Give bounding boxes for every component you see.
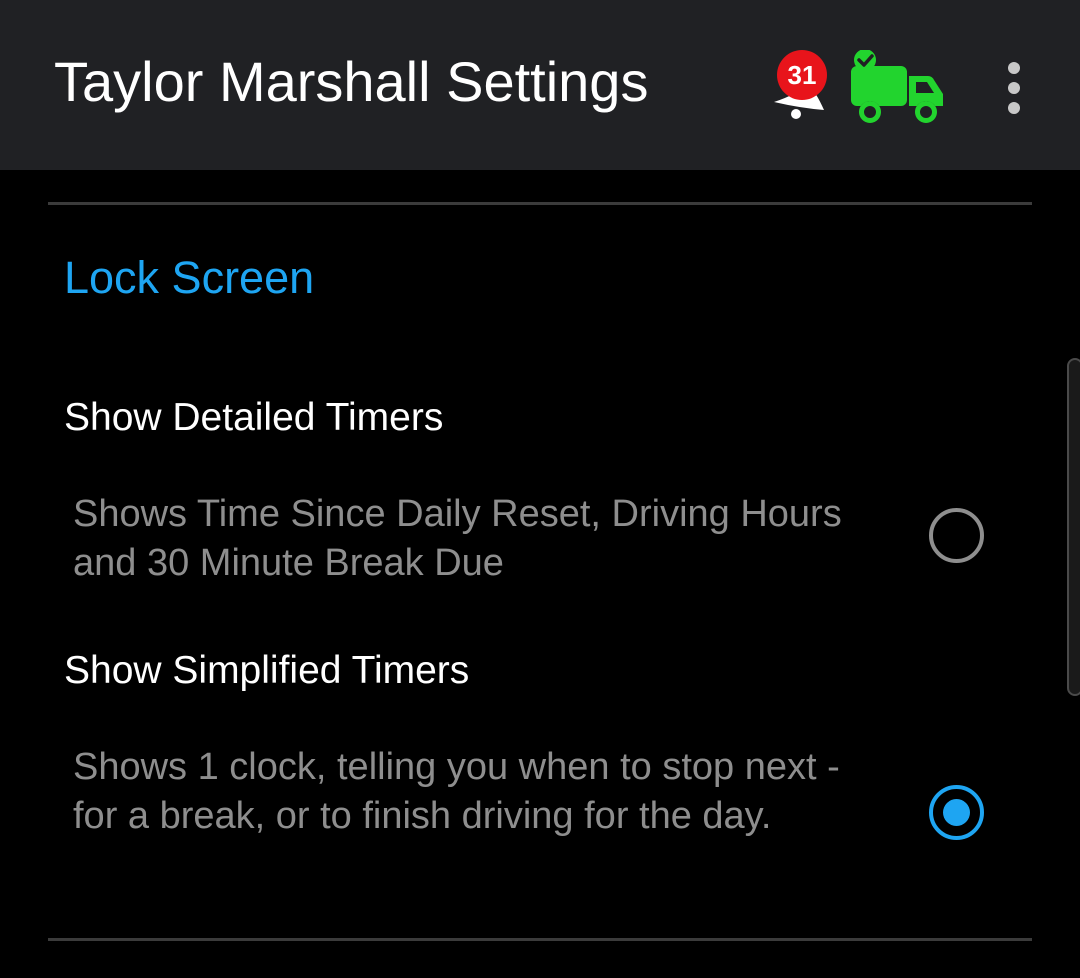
simplified-timers-radio[interactable] <box>929 785 984 840</box>
app-bar: Taylor Marshall Settings 31 <box>0 0 1080 170</box>
detailed-timers-radio[interactable] <box>929 508 984 563</box>
page-title: Taylor Marshall Settings <box>54 50 649 113</box>
more-vert-icon[interactable] <box>996 58 1032 118</box>
notification-button[interactable]: 31 <box>768 48 832 120</box>
option-title: Show Simplified Timers <box>64 649 470 692</box>
bottom-divider <box>48 938 1032 941</box>
radio-selected-dot <box>943 799 970 826</box>
option-description: Shows Time Since Daily Reset, Driving Ho… <box>73 493 842 584</box>
option-title: Show Detailed Timers <box>64 396 444 439</box>
notification-count-badge: 31 <box>777 50 827 100</box>
truck-check-icon[interactable] <box>848 50 946 126</box>
top-divider <box>48 202 1032 205</box>
scrollbar-thumb[interactable] <box>1067 358 1080 696</box>
section-title-lock-screen: Lock Screen <box>64 252 315 303</box>
option-description: Shows 1 clock, telling you when to stop … <box>73 746 840 837</box>
